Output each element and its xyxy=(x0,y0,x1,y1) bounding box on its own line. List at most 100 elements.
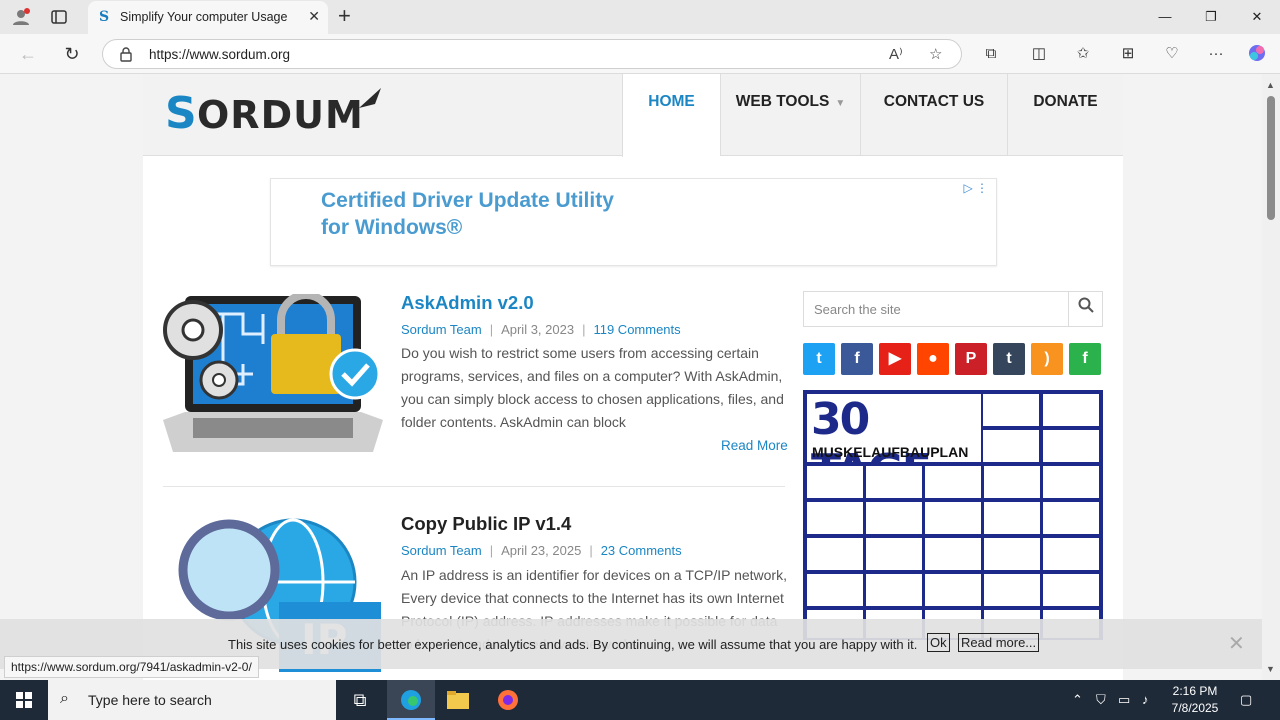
task-view-icon[interactable]: ⧉ xyxy=(336,680,384,720)
firefox-icon[interactable] xyxy=(484,680,532,720)
copilot-icon[interactable] xyxy=(1246,43,1268,65)
read-more-link[interactable]: Read More xyxy=(721,438,788,453)
post-meta: Sordum Team | April 23, 2025 | 23 Comments xyxy=(401,543,682,558)
post-meta: Sordum Team | April 3, 2023 | 119 Comments xyxy=(401,322,681,337)
scrollbar-thumb[interactable] xyxy=(1267,96,1275,220)
more-options-icon[interactable]: ··· xyxy=(1205,43,1227,65)
ad-text[interactable]: Certified Driver Update Utility for Wind… xyxy=(321,187,621,241)
ad-grid-cell xyxy=(807,466,863,498)
post-author-link[interactable]: Sordum Team xyxy=(401,322,482,337)
read-aloud-icon[interactable]: A⁾ xyxy=(889,45,903,63)
edge-taskbar-icon[interactable] xyxy=(387,680,435,720)
reddit-icon[interactable]: ● xyxy=(917,343,949,375)
post-title-copy-public-ip[interactable]: Copy Public IP v1.4 xyxy=(401,513,571,535)
dropdown-caret-icon: ▼ xyxy=(835,98,846,109)
tab-title: Simplify Your computer Usage xyxy=(120,10,288,24)
refresh-button[interactable]: ↻ xyxy=(60,42,84,66)
favorites-icon[interactable]: ✩ xyxy=(1072,43,1094,65)
rss-icon[interactable]: ) xyxy=(1031,343,1063,375)
side-advertisement[interactable]: 30 TAGE MUSKELAUFBAUPLAN ▷⋮ xyxy=(803,390,1103,640)
new-tab-button[interactable]: + xyxy=(338,4,351,28)
menu-home[interactable]: HOME xyxy=(622,74,720,157)
menu-web-tools[interactable]: WEB TOOLS ▼ xyxy=(720,74,860,156)
taskbar-search-text: Type here to search xyxy=(88,692,212,708)
twitter-icon[interactable]: t xyxy=(803,343,835,375)
sordum-favicon-icon: S xyxy=(98,9,110,25)
ad-grid-cell xyxy=(807,574,863,606)
start-button[interactable] xyxy=(0,680,48,720)
post-author-link[interactable]: Sordum Team xyxy=(401,543,482,558)
show-hidden-icons[interactable]: ⌃ xyxy=(1072,692,1083,708)
restore-button[interactable]: ❐ xyxy=(1188,6,1234,28)
ad-grid-cell xyxy=(866,538,922,570)
sordum-logo[interactable]: S ORDUM xyxy=(163,86,385,139)
ad-grid-cell xyxy=(1043,466,1099,498)
tab-close-icon[interactable]: ✕ xyxy=(308,8,320,25)
search-box[interactable]: Search the site xyxy=(803,291,1103,327)
favorite-star-icon[interactable]: ☆ xyxy=(929,45,942,63)
notifications-icon[interactable]: ▢ xyxy=(1240,692,1252,708)
scroll-down-icon[interactable]: ▼ xyxy=(1266,664,1275,674)
menu-web-tools-label: WEB TOOLS xyxy=(735,93,830,110)
site-container: S ORDUM HOME WEB TOOLS ▼ CONTACT US DONAT… xyxy=(143,74,1123,680)
ad-grid-cell xyxy=(1043,502,1099,534)
volume-icon[interactable]: ♪ xyxy=(1142,692,1149,707)
tab-actions-icon[interactable] xyxy=(46,5,72,29)
ad-grid-cell xyxy=(925,574,981,606)
file-explorer-icon[interactable] xyxy=(434,680,482,720)
ad-grid-cell xyxy=(925,466,981,498)
post-divider xyxy=(163,486,785,487)
collections-icon[interactable]: ⊞ xyxy=(1117,43,1139,65)
cookie-read-more-button[interactable]: Read more... xyxy=(958,633,1040,652)
minimize-button[interactable]: — xyxy=(1142,6,1188,28)
cookie-close-icon[interactable]: ✕ xyxy=(1228,631,1245,656)
ad-grid-cell xyxy=(925,538,981,570)
close-window-button[interactable]: ✕ xyxy=(1234,6,1280,28)
menu-donate[interactable]: DONATE xyxy=(1007,74,1123,156)
ad-grid-cell xyxy=(1043,538,1099,570)
windows-taskbar: ⌕ Type here to search ⧉ ⌃ ⛉ ▭ ♪ 2:16 PM … xyxy=(0,680,1280,720)
profile-icon[interactable] xyxy=(8,5,34,29)
youtube-icon[interactable]: ▶ xyxy=(879,343,911,375)
back-button[interactable]: ← xyxy=(16,42,40,66)
status-bar-url: https://www.sordum.org/7941/askadmin-v2-… xyxy=(4,656,259,678)
ad-grid-cell xyxy=(866,502,922,534)
ad-grid-cell xyxy=(866,574,922,606)
search-icon[interactable] xyxy=(1068,292,1102,326)
advertisement-banner[interactable]: Certified Driver Update Utility for Wind… xyxy=(270,178,997,266)
post-comments-link[interactable]: 119 Comments xyxy=(593,322,680,337)
clock-date: 7/8/2025 xyxy=(1171,701,1219,715)
tumblr-icon[interactable]: t xyxy=(993,343,1025,375)
url-text[interactable]: https://www.sordum.org xyxy=(149,47,290,62)
post-title-askadmin[interactable]: AskAdmin v2.0 xyxy=(401,292,534,314)
tab-active[interactable]: S Simplify Your computer Usage ✕ xyxy=(88,1,328,34)
cookie-ok-button[interactable]: Ok xyxy=(927,633,950,652)
adchoices-icon[interactable]: ▷ ⋮ xyxy=(963,181,988,195)
address-bar[interactable]: https://www.sordum.org A⁾ ☆ xyxy=(102,39,962,69)
post-excerpt: Do you wish to restrict some users from … xyxy=(401,345,784,430)
facebook-icon[interactable]: f xyxy=(841,343,873,375)
security-icon[interactable]: ⛉ xyxy=(1096,692,1106,708)
askadmin-thumbnail[interactable] xyxy=(163,291,383,454)
cookie-text: This site uses cookies for better experi… xyxy=(228,637,918,652)
pinterest-icon[interactable]: P xyxy=(955,343,987,375)
post-comments-link[interactable]: 23 Comments xyxy=(601,543,682,558)
tab-bar: S Simplify Your computer Usage ✕ + — ❐ ✕ xyxy=(0,0,1280,34)
feedly-icon[interactable]: f xyxy=(1069,343,1101,375)
browser-essentials-icon[interactable]: ♡ xyxy=(1161,43,1183,65)
split-screen-icon[interactable]: ◫ xyxy=(1028,43,1050,65)
ad-grid-cell xyxy=(984,502,1040,534)
meta-separator: | xyxy=(582,322,586,337)
taskbar-clock[interactable]: 2:16 PM 7/8/2025 xyxy=(1166,683,1224,717)
page-scrollbar[interactable]: ▲ ▼ xyxy=(1262,74,1280,680)
ad-grid-cell xyxy=(925,502,981,534)
menu-contact-us[interactable]: CONTACT US xyxy=(860,74,1007,156)
ad-grid-cell xyxy=(984,538,1040,570)
clock-time: 2:16 PM xyxy=(1172,684,1218,698)
network-icon[interactable]: ▭ xyxy=(1118,692,1130,708)
taskbar-search[interactable]: ⌕ Type here to search xyxy=(48,680,336,720)
extensions-icon[interactable]: ⧉ xyxy=(980,43,1002,65)
search-input[interactable]: Search the site xyxy=(814,302,901,317)
scroll-up-icon[interactable]: ▲ xyxy=(1266,80,1275,90)
lock-icon[interactable] xyxy=(119,46,135,62)
